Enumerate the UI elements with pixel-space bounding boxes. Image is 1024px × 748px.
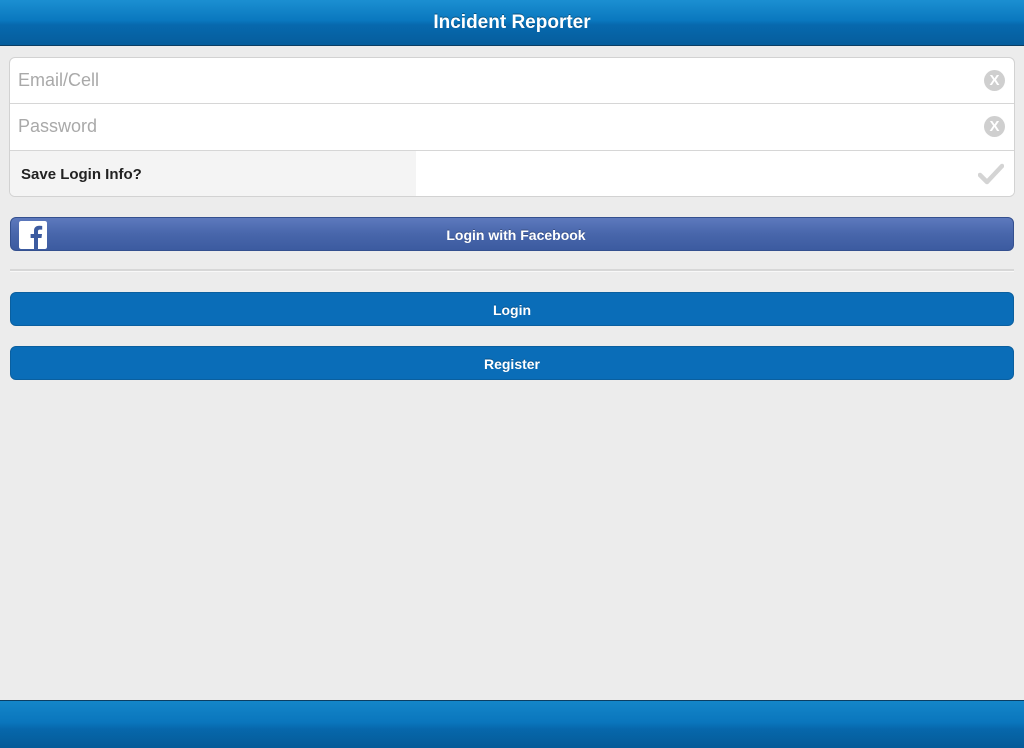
save-login-label-cell: Save Login Info? (10, 151, 416, 196)
clear-password-icon[interactable]: X (984, 116, 1005, 137)
navigation-bar: Incident Reporter (0, 0, 1024, 46)
bottom-toolbar (0, 700, 1024, 748)
login-with-facebook-button[interactable]: Login with Facebook (10, 217, 1014, 251)
facebook-button-label: Login with Facebook (446, 227, 586, 243)
divider (10, 269, 1014, 272)
checkmark-icon (978, 163, 1004, 185)
clear-email-icon[interactable]: X (984, 70, 1005, 91)
login-form: X X Save Login Info? (9, 57, 1015, 197)
password-row: X (10, 104, 1014, 151)
app-window: Incident Reporter X X Save Login Info? (0, 0, 1024, 748)
login-button[interactable]: Login (10, 292, 1014, 326)
password-field[interactable] (18, 104, 968, 149)
save-login-checkbox[interactable] (416, 151, 1014, 196)
save-login-row: Save Login Info? (10, 151, 1014, 196)
facebook-logo-icon (19, 221, 47, 249)
email-row: X (10, 58, 1014, 104)
email-field[interactable] (18, 58, 968, 103)
page-title: Incident Reporter (433, 12, 591, 33)
register-button[interactable]: Register (10, 346, 1014, 380)
save-login-label: Save Login Info? (21, 166, 142, 183)
